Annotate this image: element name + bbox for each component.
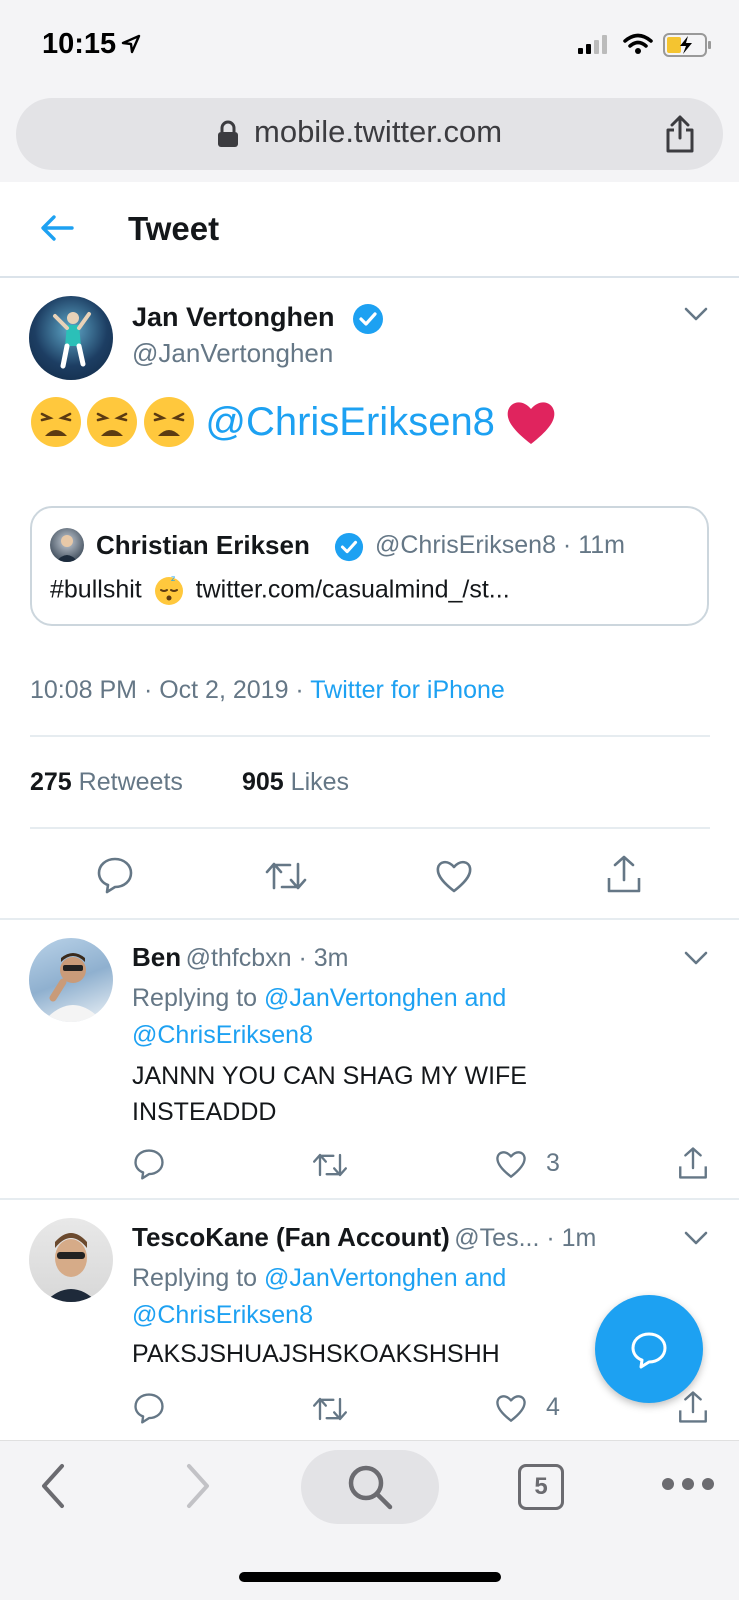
- retweet-icon[interactable]: [311, 1394, 349, 1424]
- quoted-meta: @ChrisEriksen8 · 11m: [375, 531, 625, 559]
- verified-badge-icon: [353, 304, 383, 334]
- retweets-count[interactable]: 275 Retweets: [30, 768, 183, 797]
- battery-charging-icon: [663, 33, 711, 57]
- reply-avatar[interactable]: [29, 938, 113, 1022]
- reply-author-name[interactable]: Ben: [132, 942, 181, 972]
- quoted-text: #bullshit z twitter.com/casualmind_/st..…: [50, 574, 510, 606]
- divider: [30, 735, 710, 737]
- chevron-down-icon[interactable]: [683, 1229, 709, 1247]
- compose-reply-button[interactable]: [595, 1295, 703, 1403]
- reply-meta: @thfcbxn · 3m: [185, 944, 349, 972]
- author-name[interactable]: Jan Vertonghen: [132, 302, 335, 333]
- likes-count[interactable]: 905 Likes: [242, 768, 349, 797]
- quoted-author-avatar: [50, 528, 84, 562]
- section-divider: [0, 1198, 739, 1200]
- red-heart-emoji-icon: [508, 402, 555, 444]
- section-divider: [0, 918, 739, 920]
- reply-avatar[interactable]: [29, 1218, 113, 1302]
- wifi-icon: [623, 33, 653, 54]
- tabs-button[interactable]: 5: [518, 1464, 564, 1510]
- search-icon: [348, 1465, 393, 1510]
- mention-link[interactable]: @ChrisEriksen8: [205, 400, 495, 444]
- sleeping-face-emoji-icon: z: [154, 574, 183, 605]
- page-header: [0, 182, 739, 278]
- browser-forward-icon[interactable]: [183, 1462, 213, 1510]
- replying-to-link[interactable]: @ChrisEriksen8: [132, 1301, 313, 1329]
- replying-to-link[interactable]: @JanVertonghen and: [264, 1264, 506, 1292]
- retweet-icon[interactable]: [311, 1150, 349, 1180]
- weary-face-emoji-icon: [143, 397, 194, 447]
- back-arrow-icon[interactable]: [40, 213, 74, 243]
- reply-icon[interactable]: [133, 1392, 165, 1424]
- replying-to-prefix: Replying to: [132, 984, 265, 1012]
- quoted-tweet-card[interactable]: [30, 506, 709, 626]
- verified-badge-icon: [334, 532, 364, 562]
- replying-to-link[interactable]: @JanVertonghen and: [264, 984, 506, 1012]
- cellular-signal-icon: [578, 35, 607, 54]
- replying-to: Replying to @JanVertonghen and @ChrisEri…: [132, 980, 692, 1054]
- status-time: 10:15: [42, 28, 117, 60]
- like-heart-icon[interactable]: [495, 1392, 527, 1424]
- likes-number: 905: [242, 768, 284, 796]
- reply-text: JANNN YOU CAN SHAG MY WIFE INSTEADDD: [132, 1058, 692, 1130]
- more-options-icon[interactable]: [660, 1476, 716, 1492]
- chevron-down-icon[interactable]: [683, 949, 709, 967]
- share-icon[interactable]: [677, 1390, 709, 1424]
- quoted-hashtag: #bullshit: [50, 575, 142, 604]
- svg-text:z: z: [171, 574, 175, 583]
- like-heart-icon[interactable]: [435, 858, 473, 894]
- retweet-icon[interactable]: [264, 858, 308, 894]
- reply-meta: @Tes... · 1m: [454, 1224, 597, 1252]
- url-text[interactable]: mobile.twitter.com: [254, 114, 502, 150]
- like-heart-icon[interactable]: [495, 1148, 527, 1180]
- chevron-down-icon[interactable]: [683, 305, 709, 323]
- quoted-link: twitter.com/casualmind_/st...: [195, 575, 510, 604]
- author-avatar[interactable]: [29, 296, 113, 380]
- replying-to-link[interactable]: @ChrisEriksen8: [132, 1021, 313, 1049]
- weary-face-emoji-icon: [87, 397, 138, 447]
- like-count: 3: [546, 1149, 560, 1177]
- reply-header: Ben @thfcbxn · 3m: [132, 942, 349, 973]
- tweet-source-link[interactable]: Twitter for iPhone: [310, 676, 505, 704]
- tabs-count: 5: [534, 1473, 548, 1500]
- reply-author-name[interactable]: TescoKane (Fan Account): [132, 1222, 450, 1252]
- tweet-timestamp: 10:08 PM · Oct 2, 2019 ·: [30, 676, 311, 704]
- share-icon[interactable]: [664, 114, 696, 154]
- divider: [30, 827, 710, 829]
- tweet-body: @ChrisEriksen8: [30, 396, 710, 456]
- retweets-label: Retweets: [78, 768, 183, 796]
- search-button[interactable]: [301, 1450, 439, 1524]
- weary-face-emoji-icon: [31, 397, 81, 447]
- likes-label: Likes: [290, 768, 350, 796]
- page-title: Tweet: [128, 210, 220, 247]
- reply-icon[interactable]: [133, 1148, 165, 1180]
- lock-icon: [218, 120, 238, 147]
- reply-icon[interactable]: [96, 856, 134, 894]
- reply-text-line: INSTEADDD: [132, 1098, 277, 1126]
- location-arrow-icon: [121, 34, 141, 54]
- browser-back-icon[interactable]: [38, 1462, 68, 1510]
- quoted-author-name: Christian Eriksen: [96, 530, 310, 560]
- replying-to-prefix: Replying to: [132, 1264, 265, 1292]
- reply-text-line: PAKSJSHUAJSHSKOAKSHSHH: [132, 1340, 500, 1368]
- share-icon[interactable]: [606, 854, 642, 894]
- tweet-timestamp-row: 10:08 PM · Oct 2, 2019 · Twitter for iPh…: [30, 676, 505, 705]
- share-icon[interactable]: [677, 1146, 709, 1180]
- reply-header: TescoKane (Fan Account) @Tes... · 1m: [132, 1222, 596, 1253]
- reply-text: PAKSJSHUAJSHSKOAKSHSHH: [132, 1336, 592, 1372]
- reply-icon: [631, 1332, 667, 1369]
- like-count: 4: [546, 1393, 560, 1421]
- replying-to: Replying to @JanVertonghen and @ChrisEri…: [132, 1260, 592, 1334]
- retweets-number: 275: [30, 768, 72, 796]
- reply-text-line: JANNN YOU CAN SHAG MY WIFE: [132, 1062, 527, 1090]
- author-handle[interactable]: @JanVertonghen: [132, 338, 333, 369]
- home-indicator: [239, 1572, 501, 1582]
